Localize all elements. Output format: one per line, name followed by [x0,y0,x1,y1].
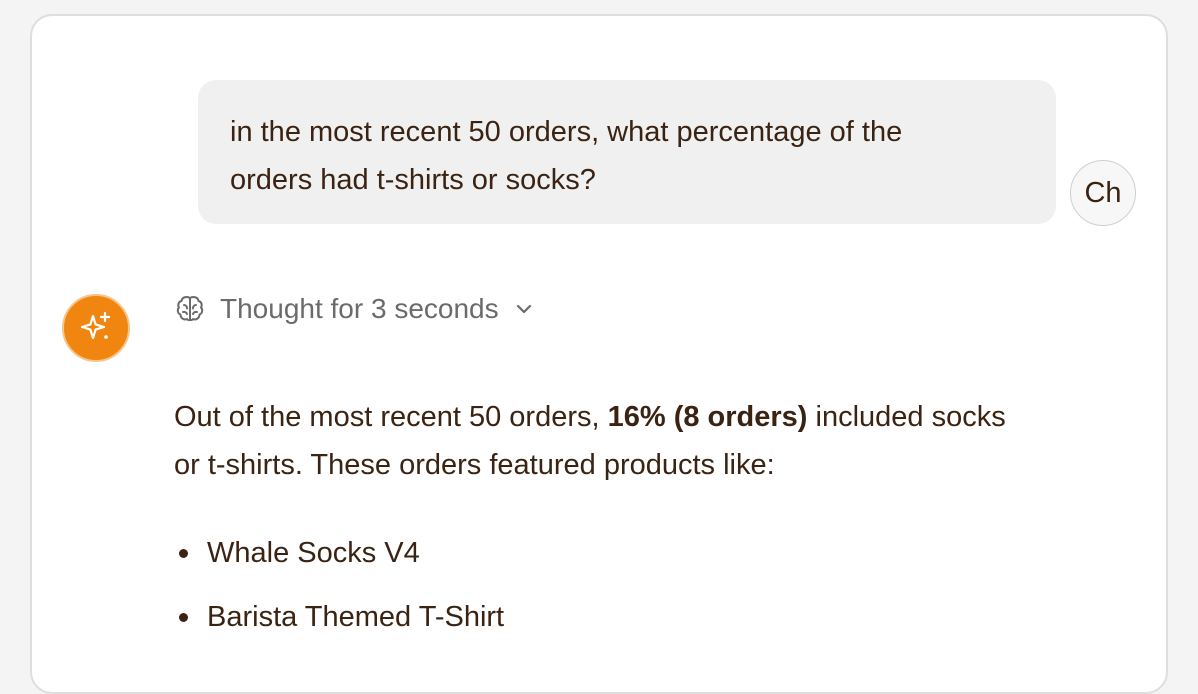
answer-line2: or t-shirts. These orders featured produ… [174,449,775,481]
thought-toggle[interactable]: Thought for 3 seconds [174,288,535,330]
brain-icon [176,296,204,322]
user-avatar[interactable]: Ch [1070,160,1136,226]
sparkles-icon [80,311,111,340]
list-item: Whale Socks V4 [174,530,504,594]
bullet [179,549,188,558]
product-label: Barista Themed T-Shirt [207,601,505,633]
assistant-avatar [62,294,130,362]
user-message-line: orders had t-shirts or socks? [230,164,596,196]
answer-paragraph: Out of the most recent 50 orders, 16% (8… [174,393,1144,489]
list-item: Barista Themed T-Shirt [174,594,504,658]
product-label: Whale Socks V4 [207,537,420,569]
answer-rest: included socks [807,401,1006,433]
bullet [179,613,188,622]
user-message-line: in the most recent 50 orders, what perce… [230,116,903,148]
assistant-answer: Out of the most recent 50 orders, 16% (8… [174,393,1144,489]
product-list: Whale Socks V4 Barista Themed T-Shirt [174,530,504,658]
chevron-down-icon [516,304,531,314]
answer-highlight: 16% (8 orders) [607,401,808,433]
thought-label: Thought for 3 seconds [220,293,499,324]
user-message-bubble: in the most recent 50 orders, what perce… [198,80,1056,224]
answer-intro: Out of the most recent 50 orders, [174,401,608,433]
user-avatar-initials: Ch [1084,176,1122,209]
